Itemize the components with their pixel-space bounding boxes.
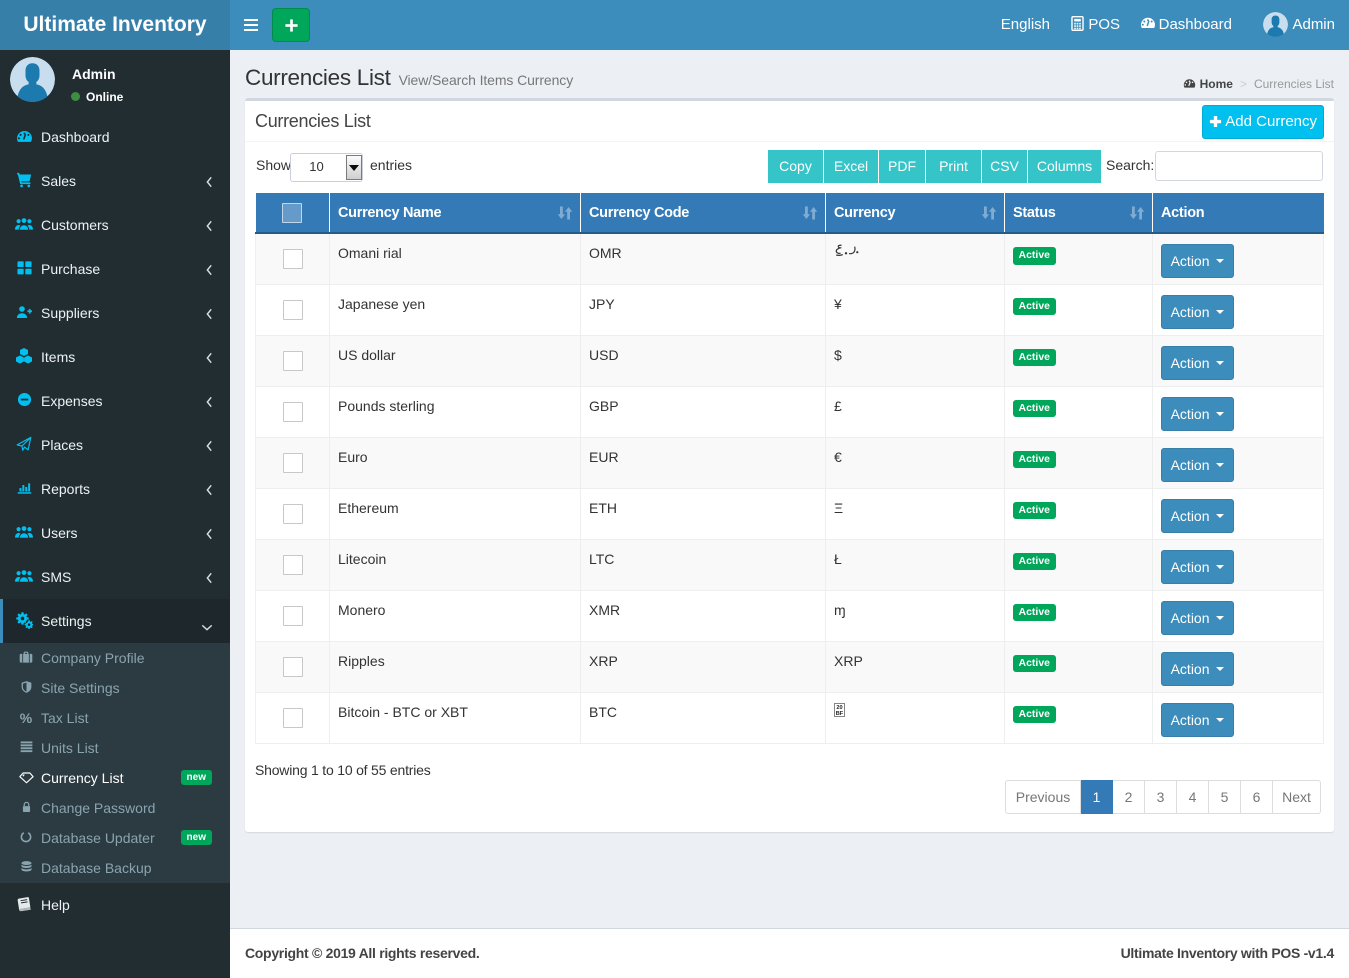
svg-text:BF: BF: [836, 711, 844, 717]
